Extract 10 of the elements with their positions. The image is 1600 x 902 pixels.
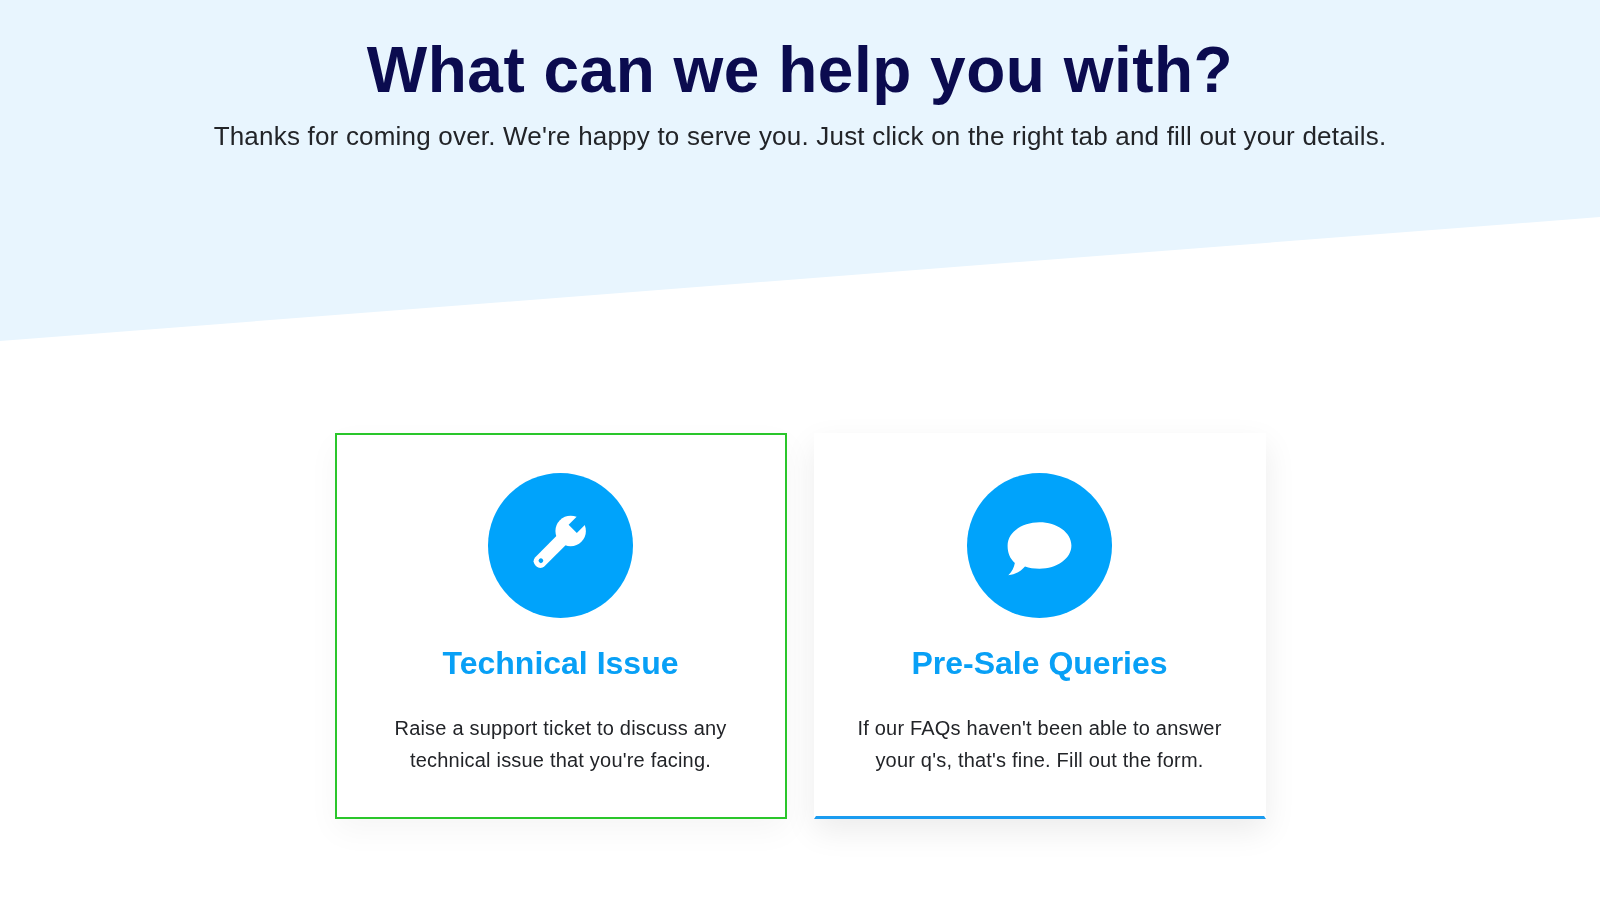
- wrench-icon: [488, 473, 633, 618]
- support-option-card[interactable]: Technical Issue Raise a support ticket to discuss any technical issue that you're facing.: [334, 433, 787, 819]
- page-heading: What can we help you with?: [366, 33, 1234, 108]
- option-title: Technical Issue: [442, 644, 679, 682]
- option-description: Raise a support ticket to discuss any technical issue that you're facing.: [393, 716, 728, 773]
- option-description: If our FAQs haven't been able to answer your q's, that's fine. Fill out the form.: [856, 716, 1223, 773]
- option-title: Pre-Sale Queries: [911, 644, 1168, 682]
- speech-bubble-icon: [967, 473, 1112, 618]
- page-subtitle: Thanks for coming over. We're happy to serve you. Just click on the right tab and fill out your details.: [213, 120, 1387, 152]
- support-option-card[interactable]: Pre-Sale Queries If our FAQs haven't been able to answer your q's, that's fine. Fill out the form.: [813, 433, 1266, 819]
